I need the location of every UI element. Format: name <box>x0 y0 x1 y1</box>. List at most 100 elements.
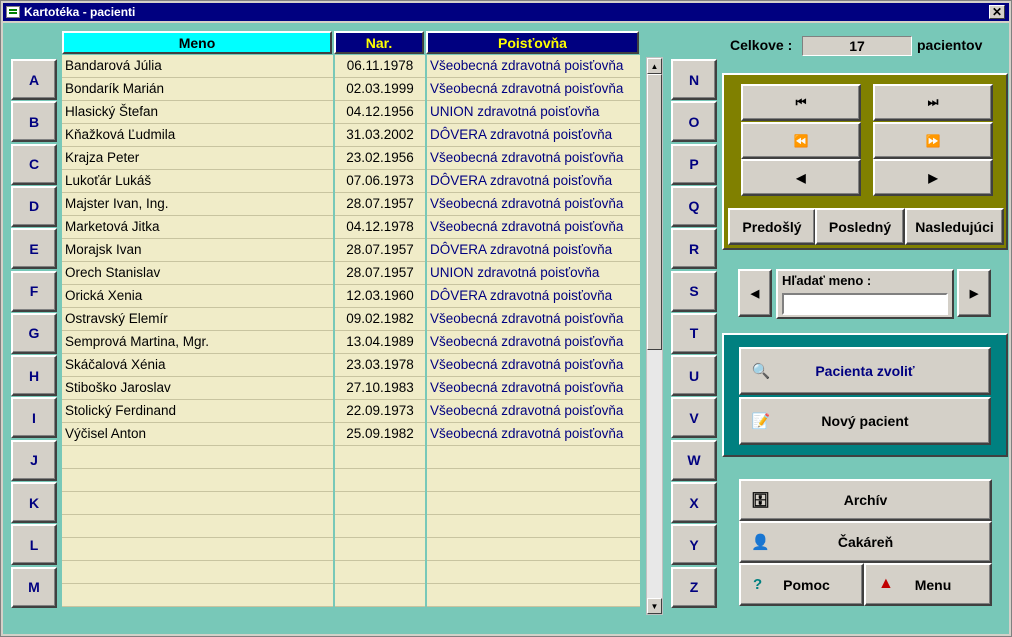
cell-nar[interactable]: 28.07.1957 <box>335 239 425 262</box>
letter-button-o[interactable]: O <box>671 101 717 143</box>
table-row[interactable] <box>62 538 640 561</box>
cell-poistovna[interactable]: UNION zdravotná poisťovňa <box>427 262 640 285</box>
letter-button-g[interactable]: G <box>11 312 57 354</box>
table-row[interactable] <box>62 584 640 607</box>
table-row[interactable] <box>62 515 640 538</box>
cell-poistovna[interactable]: DÔVERA zdravotná poisťovňa <box>427 285 640 308</box>
letter-button-h[interactable]: H <box>11 355 57 397</box>
table-row[interactable] <box>62 561 640 584</box>
cell-nar[interactable] <box>335 561 425 584</box>
cell-poistovna[interactable]: Všeobecná zdravotná poisťovňa <box>427 331 640 354</box>
table-row[interactable]: Lukoťár Lukáš 07.06.1973 DÔVERA zdravotná … <box>62 170 640 193</box>
cell-poistovna[interactable]: Všeobecná zdravotná poisťovňa <box>427 423 640 446</box>
letter-button-w[interactable]: W <box>671 439 717 481</box>
prev-page-button[interactable]: ⏪ <box>741 122 861 159</box>
title-bar[interactable]: Kartotéka - pacienti ✕ <box>3 3 1009 21</box>
cell-nar[interactable] <box>335 538 425 561</box>
cell-nar[interactable]: 07.06.1973 <box>335 170 425 193</box>
letter-button-l[interactable]: L <box>11 524 57 566</box>
cell-nar[interactable]: 28.07.1957 <box>335 193 425 216</box>
cell-meno[interactable]: Skáčalová Xénia <box>62 354 333 377</box>
table-scrollbar[interactable]: ▲ ▼ <box>646 57 663 615</box>
letter-button-n[interactable]: N <box>671 59 717 100</box>
waiting-room-button[interactable]: 👤 Čakáreň <box>739 521 992 563</box>
table-row[interactable]: Morajsk Ivan 28.07.1957 DÔVERA zdravotná p… <box>62 239 640 262</box>
cell-nar[interactable]: 12.03.1960 <box>335 285 425 308</box>
cell-nar[interactable] <box>335 446 425 469</box>
new-patient-button[interactable]: 📝 Nový pacient <box>739 397 991 445</box>
first-record-button[interactable]: ⏮ <box>741 84 861 121</box>
table-row[interactable]: Majster Ivan, Ing. 28.07.1957 Všeobecná zd… <box>62 193 640 216</box>
letter-button-q[interactable]: Q <box>671 185 717 227</box>
cell-poistovna[interactable]: Všeobecná zdravotná poisťovňa <box>427 55 640 78</box>
nasledujuci-button[interactable]: Nasledujúci <box>905 208 1004 245</box>
cell-nar[interactable] <box>335 584 425 607</box>
cell-meno[interactable]: Orická Xenia <box>62 285 333 308</box>
column-header-nar[interactable]: Nar. <box>334 31 424 54</box>
cell-poistovna[interactable]: DÔVERA zdravotná poisťovňa <box>427 239 640 262</box>
letter-button-e[interactable]: E <box>11 228 57 270</box>
cell-poistovna[interactable]: Všeobecná zdravotná poisťovňa <box>427 377 640 400</box>
cell-poistovna[interactable] <box>427 515 640 538</box>
cell-poistovna[interactable] <box>427 538 640 561</box>
letter-button-y[interactable]: Y <box>671 524 717 566</box>
cell-poistovna[interactable]: DÔVERA zdravotná poisťovňa <box>427 170 640 193</box>
cell-nar[interactable]: 23.02.1956 <box>335 147 425 170</box>
letter-button-a[interactable]: A <box>11 59 57 100</box>
cell-nar[interactable]: 27.10.1983 <box>335 377 425 400</box>
column-header-poistovna[interactable]: Poisťovňa <box>426 31 639 54</box>
last-record-button[interactable]: ⏭ <box>873 84 993 121</box>
table-row[interactable]: Výčisel Anton 25.09.1982 Všeobecná zdravot… <box>62 423 640 446</box>
cell-nar[interactable]: 22.09.1973 <box>335 400 425 423</box>
cell-nar[interactable]: 28.07.1957 <box>335 262 425 285</box>
letter-button-i[interactable]: I <box>11 397 57 439</box>
cell-poistovna[interactable] <box>427 469 640 492</box>
table-row[interactable]: Skáčalová Xénia 23.03.1978 Všeobecná zdrav… <box>62 354 640 377</box>
cell-poistovna[interactable] <box>427 561 640 584</box>
letter-button-d[interactable]: D <box>11 185 57 227</box>
cell-meno[interactable]: Výčisel Anton <box>62 423 333 446</box>
column-header-meno[interactable]: Meno <box>62 31 332 54</box>
cell-meno[interactable] <box>62 584 333 607</box>
posledny-button[interactable]: Posledný <box>815 208 905 245</box>
scroll-down-button[interactable]: ▼ <box>647 598 662 614</box>
search-next-button[interactable]: ▶ <box>957 269 991 317</box>
cell-nar[interactable] <box>335 515 425 538</box>
cell-meno[interactable]: Lukoťár Lukáš <box>62 170 333 193</box>
table-row[interactable] <box>62 446 640 469</box>
cell-poistovna[interactable]: Všeobecná zdravotná poisťovňa <box>427 147 640 170</box>
table-row[interactable]: Semprová Martina, Mgr. 13.04.1989 Všeobecn… <box>62 331 640 354</box>
cell-meno[interactable]: Orech Stanislav <box>62 262 333 285</box>
letter-button-m[interactable]: M <box>11 566 57 608</box>
next-record-button[interactable]: ▶ <box>873 159 993 196</box>
cell-poistovna[interactable]: Všeobecná zdravotná poisťovňa <box>427 400 640 423</box>
cell-meno[interactable]: Hlasický Štefan <box>62 101 333 124</box>
cell-meno[interactable] <box>62 469 333 492</box>
table-row[interactable]: Ostravský Elemír 09.02.1982 Všeobecná zdra… <box>62 308 640 331</box>
table-row[interactable]: Bandarová Júlia 06.11.1978 Všeobecná zdrav… <box>62 55 640 78</box>
scroll-thumb[interactable] <box>647 74 662 350</box>
cell-meno[interactable]: Bandarová Júlia <box>62 55 333 78</box>
cell-poistovna[interactable]: Všeobecná zdravotná poisťovňa <box>427 78 640 101</box>
letter-button-b[interactable]: B <box>11 101 57 143</box>
cell-nar[interactable]: 02.03.1999 <box>335 78 425 101</box>
scroll-up-button[interactable]: ▲ <box>647 58 662 74</box>
prev-record-button[interactable]: ◀ <box>741 159 861 196</box>
letter-button-r[interactable]: R <box>671 228 717 270</box>
cell-nar[interactable]: 13.04.1989 <box>335 331 425 354</box>
next-page-button[interactable]: ⏩ <box>873 122 993 159</box>
letter-button-j[interactable]: J <box>11 439 57 481</box>
menu-button[interactable]: ▲ Menu <box>864 563 992 606</box>
select-patient-button[interactable]: 🔍 Pacienta zvoliť <box>739 347 991 395</box>
cell-meno[interactable] <box>62 446 333 469</box>
letter-button-c[interactable]: C <box>11 143 57 185</box>
close-button[interactable]: ✕ <box>989 5 1005 19</box>
table-row[interactable]: Stolický Ferdinand 22.09.1973 Všeobecná zd… <box>62 400 640 423</box>
letter-button-x[interactable]: X <box>671 482 717 523</box>
letter-button-t[interactable]: T <box>671 312 717 354</box>
cell-meno[interactable]: Marketová Jitka <box>62 216 333 239</box>
cell-nar[interactable]: 04.12.1978 <box>335 216 425 239</box>
cell-nar[interactable]: 23.03.1978 <box>335 354 425 377</box>
cell-meno[interactable]: Morajsk Ivan <box>62 239 333 262</box>
table-row[interactable]: Hlasický Štefan 04.12.1956 UNION zdravotná… <box>62 101 640 124</box>
